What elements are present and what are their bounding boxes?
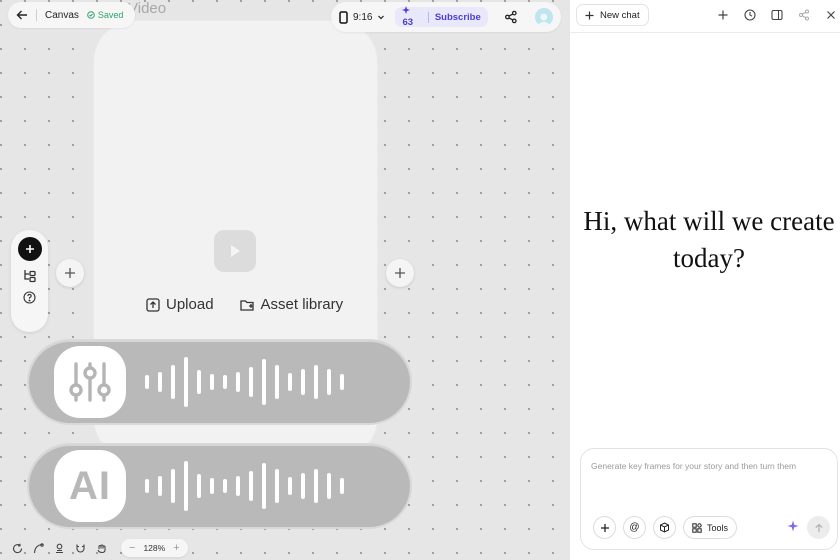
plus-icon [25,245,34,253]
clock-icon[interactable] [743,8,757,22]
tools-icon [692,522,702,533]
plus-icon [600,523,609,532]
zoom-in-button[interactable]: + [173,542,179,554]
share-icon[interactable] [504,10,518,24]
arrow-left-icon[interactable] [16,9,28,21]
zoom-control: − 128% + [121,539,188,557]
play-icon [231,245,240,257]
new-chat-button[interactable]: New chat [576,4,649,26]
question-icon[interactable] [23,291,36,304]
magnet-icon[interactable] [73,541,87,555]
play-placeholder [214,230,256,272]
canvas-area[interactable]: Video Upload Asset library Canvas Saved [0,0,569,560]
bottom-toolbar: − 128% + [10,539,188,557]
plus-icon [65,268,75,278]
ai-tile: AI [54,450,126,522]
send-button[interactable] [807,516,830,539]
equalizer-tile [54,346,126,418]
divider [36,9,37,21]
chat-header: New chat [570,0,840,33]
upload-button[interactable]: Upload [146,296,214,313]
stamp-icon[interactable] [52,541,66,555]
left-toolbar [11,230,48,332]
canvas-toolbar: 9:16 63 Subscribe [331,2,561,32]
chat-greeting: Hi, what will we create today? [580,203,838,277]
asset-library-button[interactable]: Asset library [239,296,344,313]
add-left-button[interactable] [56,259,84,287]
upload-icon [146,297,160,312]
aspect-ratio-select[interactable]: 9:16 [339,10,385,24]
sliders-icon [69,362,111,402]
arrow-up-icon [814,523,823,532]
workflow-icon[interactable] [23,269,37,283]
audio-waveform [145,461,344,511]
tools-label: Tools [707,522,729,533]
credits-count: 63 [402,6,421,28]
audio-waveform [145,357,344,407]
model-button[interactable] [653,516,676,539]
chevron-down-icon [378,15,385,20]
sparkle-icon [402,6,411,14]
aspect-ratio-value: 9:16 [353,11,373,23]
add-node-button[interactable] [17,237,42,261]
plus-icon[interactable] [716,8,730,22]
attach-button[interactable] [593,516,616,539]
user-avatar-icon[interactable] [535,8,553,26]
hand-icon[interactable] [94,541,108,555]
zoom-out-button[interactable]: − [129,542,135,554]
share-icon[interactable] [797,8,811,22]
check-circle-icon [87,11,95,19]
curve-icon[interactable] [31,541,45,555]
chat-header-actions [716,8,838,22]
ai-badge: AI [69,463,111,508]
phone-portrait-icon [339,10,348,24]
tools-button[interactable]: Tools [683,516,738,539]
refresh-icon[interactable] [10,541,24,555]
greeting-line-2: today? [673,243,745,273]
greeting-line-1: Hi, what will we create [583,206,835,236]
canvas-title-pill: Canvas Saved [8,2,136,28]
chat-composer: @ Tools [580,448,838,550]
asset-library-label: Asset library [260,296,344,313]
composer-tools: @ Tools [593,516,738,539]
at-icon: @ [629,522,640,533]
window-icon[interactable] [770,8,784,22]
upload-label: Upload [166,296,214,313]
panel-divider [569,0,570,560]
voice-effects-overlay[interactable] [27,339,412,425]
plus-icon [585,11,594,19]
cube-icon [660,522,669,533]
chat-input[interactable] [591,461,831,471]
upload-row: Upload Asset library [146,296,343,313]
mention-button[interactable]: @ [623,516,646,539]
saved-status: Saved [87,10,124,20]
zoom-level: 128% [143,543,166,553]
saved-label: Saved [97,10,124,20]
ai-voice-overlay[interactable]: AI [27,443,412,529]
credits-subscribe[interactable]: 63 Subscribe [395,6,488,28]
new-chat-label: New chat [600,9,640,21]
sparkle-icon[interactable] [787,520,799,532]
canvas-label: Canvas [45,9,79,21]
add-right-button[interactable] [386,259,414,287]
subscribe-button[interactable]: Subscribe [435,12,481,23]
close-icon[interactable] [824,8,838,22]
plus-icon [395,268,405,278]
folder-icon [239,299,254,311]
divider [427,11,429,23]
